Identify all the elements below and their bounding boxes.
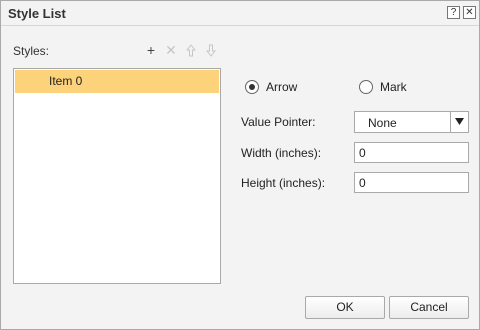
close-button[interactable]: ✕ — [463, 6, 476, 19]
value-pointer-value: None — [368, 116, 397, 130]
radio-mark-label: Mark — [380, 80, 407, 94]
move-down-icon[interactable] — [203, 42, 219, 59]
styles-list[interactable]: Item 0 — [13, 68, 221, 284]
plus-icon[interactable]: + — [143, 42, 159, 59]
width-field[interactable] — [354, 142, 469, 163]
styles-label: Styles: — [13, 44, 50, 58]
move-up-icon[interactable] — [183, 42, 199, 59]
radio-mark-button[interactable] — [359, 80, 373, 94]
cancel-button[interactable]: Cancel — [389, 296, 469, 319]
radio-arrow-label: Arrow — [266, 80, 298, 94]
delete-icon[interactable]: ✕ — [163, 42, 179, 59]
dropdown-arrow-icon[interactable] — [450, 112, 468, 132]
list-item[interactable]: Item 0 — [15, 70, 219, 93]
height-field[interactable] — [354, 172, 469, 193]
radio-mark[interactable]: Mark — [359, 80, 459, 96]
radio-arrow-button[interactable] — [245, 80, 259, 94]
style-list-dialog: Style List ? ✕ Styles: + ✕ Item 0 Arrow … — [0, 0, 480, 330]
width-label: Width (inches): — [241, 146, 322, 160]
title-bar: Style List ? ✕ — [1, 1, 479, 26]
help-button[interactable]: ? — [447, 6, 460, 19]
radio-arrow[interactable]: Arrow — [245, 80, 345, 96]
value-pointer-label: Value Pointer: — [241, 115, 316, 129]
ok-button[interactable]: OK — [305, 296, 385, 319]
value-pointer-select[interactable]: None — [354, 111, 469, 133]
dialog-title: Style List — [8, 6, 66, 21]
height-label: Height (inches): — [241, 176, 326, 190]
